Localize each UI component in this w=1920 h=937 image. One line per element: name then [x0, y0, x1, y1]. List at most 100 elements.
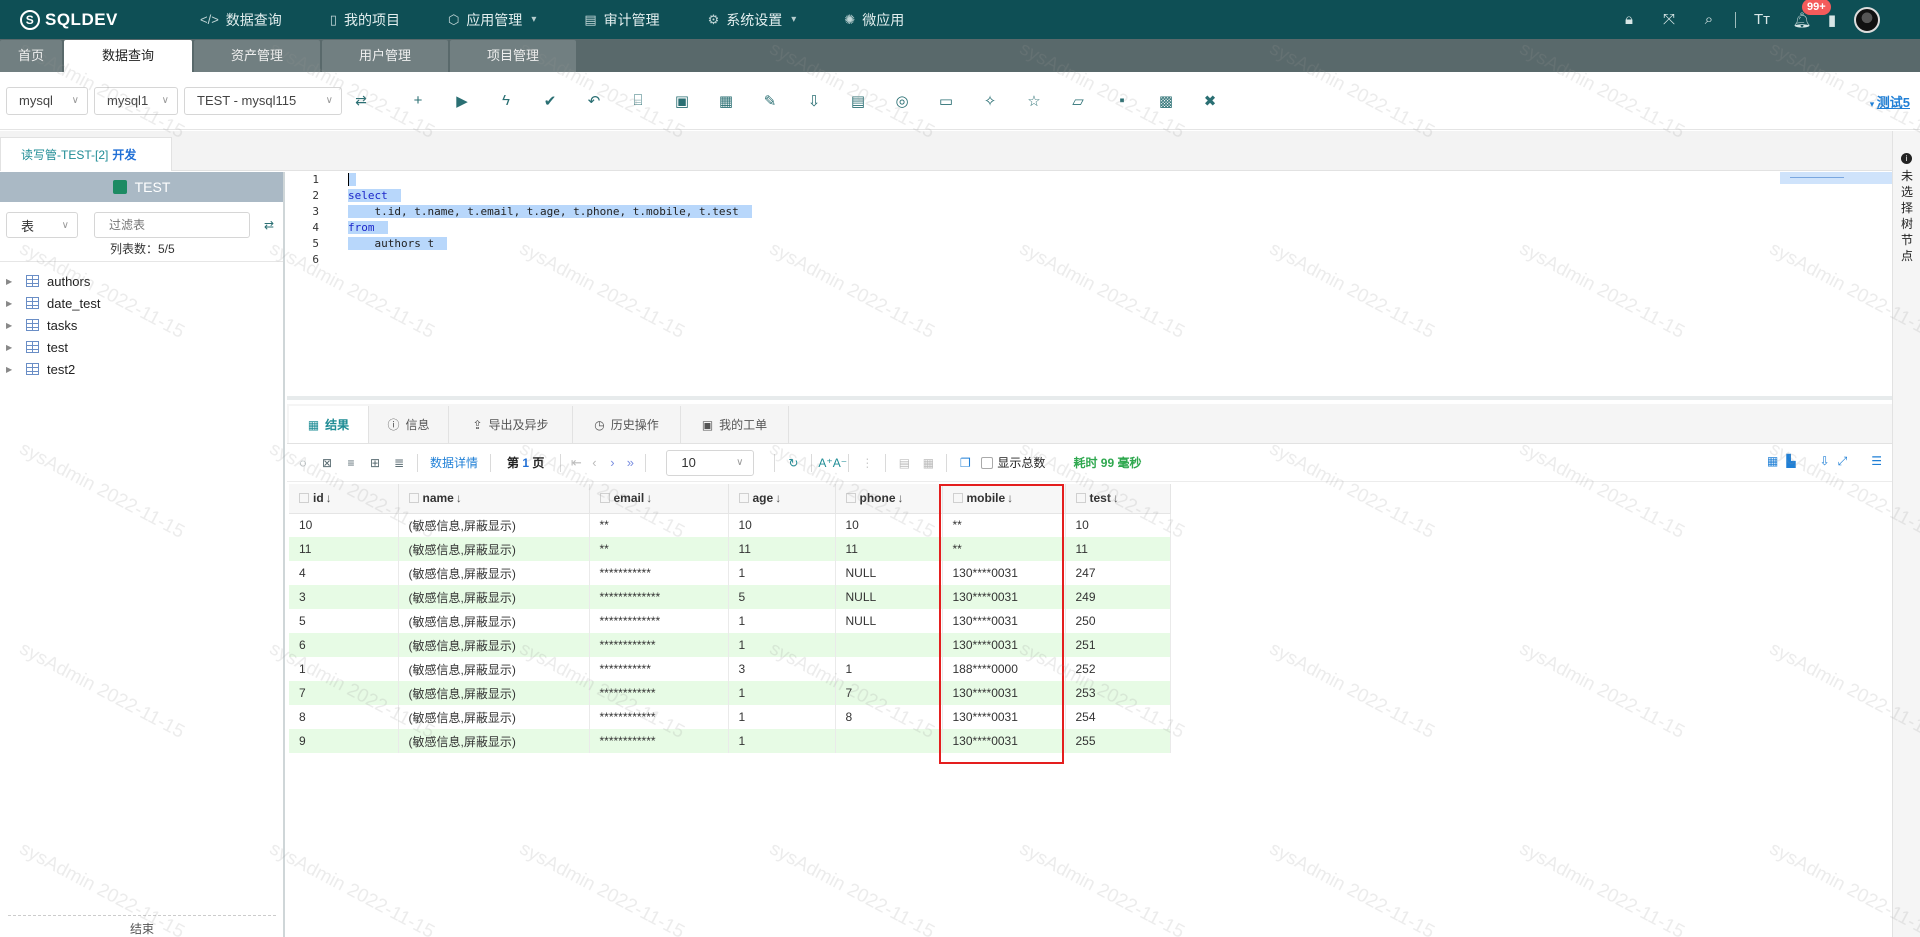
commit-icon[interactable]: ✔ [528, 92, 572, 110]
checkbox[interactable] [408, 493, 419, 504]
cell[interactable]: ************ [589, 729, 729, 753]
tree-item-tasks[interactable]: ▶ tasks [0, 314, 283, 336]
cell[interactable]: 5 [289, 609, 399, 633]
save-icon[interactable]: ▪ [1100, 92, 1144, 109]
search-icon[interactable]: ⌕ [1689, 11, 1729, 28]
cell[interactable]: 1 [728, 729, 836, 753]
chart-view-icon[interactable]: ▙ [1786, 454, 1795, 469]
tools-icon[interactable]: ✖ [1188, 92, 1232, 110]
tree-item-authors[interactable]: ▶ authors [0, 270, 283, 292]
column-header-mobile[interactable]: mobile ↓ [942, 484, 1066, 514]
format-icon[interactable]: ⌸ [616, 92, 660, 109]
list-icon[interactable]: ☰ [1871, 454, 1882, 469]
logo[interactable]: S SQLDEV [20, 9, 200, 30]
sync-icon[interactable]: ⇄ [346, 92, 376, 109]
download-icon[interactable]: ⇩ [792, 92, 836, 110]
connection-select[interactable]: TEST - mysql115 ∨ [184, 86, 342, 115]
cell[interactable]: 1 [728, 633, 836, 657]
column-icon[interactable]: ⋮ [855, 456, 879, 470]
cell[interactable]: 254 [1065, 705, 1171, 729]
terminal-icon[interactable]: ▭ [924, 92, 968, 110]
grid-view-icon[interactable]: ▦ [1767, 454, 1778, 469]
cell[interactable]: 8 [289, 705, 399, 729]
font-size-icon[interactable]: A⁺A⁻ [818, 456, 847, 470]
checkbox[interactable] [981, 456, 994, 469]
tab-home[interactable]: 首页 [0, 40, 62, 72]
tab-result[interactable]: ▦ 结果 [289, 406, 369, 443]
tab-project-management[interactable]: 项目管理 [450, 40, 576, 72]
cell[interactable]: 7 [835, 681, 943, 705]
cell[interactable]: 188****0000 [942, 657, 1066, 681]
refresh-icon[interactable]: ↻ [781, 456, 805, 470]
cell[interactable]: 7 [289, 681, 399, 705]
current-user[interactable]: ▾ 测试5 [1870, 92, 1910, 111]
checkbox[interactable] [952, 493, 963, 504]
cell[interactable]: (敏感信息,屏蔽显示) [398, 513, 590, 537]
cell[interactable]: 11 [728, 537, 836, 561]
nav-micro-app[interactable]: ✺ 微应用 [844, 10, 904, 30]
sort-icon[interactable]: ↓ [456, 491, 462, 505]
data-detail-link[interactable]: 数据详情 [430, 454, 478, 471]
tab-my-tickets[interactable]: ▣ 我的工单 [681, 406, 789, 443]
cell[interactable]: NULL [835, 609, 943, 633]
checkbox[interactable] [299, 493, 309, 504]
cell[interactable]: 10 [835, 513, 943, 537]
column-header-test[interactable]: test ↓ [1065, 484, 1171, 514]
page-size-select[interactable]: 10 ∨ [666, 449, 755, 476]
nav-system-settings[interactable]: ⚙ 系统设置 ▾ [708, 10, 797, 30]
add-icon[interactable]: + [396, 92, 440, 109]
sort-icon[interactable]: ↓ [326, 491, 332, 505]
cell[interactable] [835, 633, 943, 657]
star-icon[interactable]: ☆ [1012, 92, 1056, 110]
cell[interactable]: *********** [589, 657, 729, 681]
cell[interactable]: 1 [835, 657, 943, 681]
table-row[interactable]: 10 (敏感信息,屏蔽显示) ** 10 10 ** 10 [289, 513, 1171, 537]
run-icon[interactable]: ▶ [440, 92, 484, 110]
nav-data-query[interactable]: </> 数据查询 [200, 10, 282, 30]
column-header-id[interactable]: id ↓ [289, 484, 399, 514]
checkbox[interactable] [1075, 493, 1086, 504]
delete-row-icon[interactable]: ⊠ [315, 456, 339, 470]
lock-icon[interactable]: 🔒︎ [1609, 11, 1649, 28]
tab-export-async[interactable]: ⇪ 导出及异步 [449, 406, 573, 443]
cell[interactable]: 8 [835, 705, 943, 729]
cell[interactable]: 130****0031 [942, 561, 1066, 585]
calendar-icon[interactable]: ▦ [704, 92, 748, 110]
cell[interactable]: (敏感信息,屏蔽显示) [398, 633, 590, 657]
tree-item-test2[interactable]: ▶ test2 [0, 358, 283, 380]
run-selected-icon[interactable]: ϟ [484, 92, 528, 109]
cell[interactable]: 10 [728, 513, 836, 537]
folder-icon[interactable]: ▱ [1056, 92, 1100, 110]
cell[interactable]: 1 [728, 681, 836, 705]
sort-icon[interactable]: ↓ [1007, 491, 1013, 505]
cell[interactable]: ************* [589, 609, 729, 633]
tree-item-date-test[interactable]: ▶ date_test [0, 292, 283, 314]
font-size-icon[interactable]: Tт [1742, 11, 1782, 28]
nav-my-projects[interactable]: ▯ 我的项目 [330, 10, 400, 30]
tab-asset-management[interactable]: 资产管理 [194, 40, 320, 72]
cell[interactable]: ************* [589, 585, 729, 609]
cell[interactable]: 6 [289, 633, 399, 657]
book-icon[interactable]: ▮ [1822, 11, 1842, 29]
cell[interactable]: (敏感信息,屏蔽显示) [398, 681, 590, 705]
table-icon[interactable]: ▤ [836, 92, 880, 110]
cell[interactable]: (敏感信息,屏蔽显示) [398, 609, 590, 633]
expand-arrow-icon[interactable]: ▶ [6, 277, 26, 286]
cell[interactable]: 130****0031 [942, 633, 1066, 657]
checkbox[interactable] [738, 493, 749, 504]
save-sql-icon[interactable]: ▣ [660, 92, 704, 110]
cell[interactable]: (敏感信息,屏蔽显示) [398, 657, 590, 681]
first-page-icon[interactable]: ⇤ [567, 455, 585, 471]
add-row-icon[interactable]: ≡ [339, 456, 363, 470]
fullscreen-icon[interactable]: ⤧ [1649, 11, 1689, 28]
nav-audit-management[interactable]: ▤ 审计管理 [584, 10, 659, 30]
cell[interactable]: ** [942, 537, 1066, 561]
cell[interactable]: (敏感信息,屏蔽显示) [398, 537, 590, 561]
cell[interactable]: 11 [1065, 537, 1171, 561]
column-header-phone[interactable]: phone ↓ [835, 484, 943, 514]
column-header-age[interactable]: age ↓ [728, 484, 836, 514]
checkbox[interactable] [845, 493, 856, 504]
database-icon[interactable]: ◎ [880, 92, 924, 110]
cell[interactable]: 1 [728, 609, 836, 633]
cell[interactable]: 252 [1065, 657, 1171, 681]
